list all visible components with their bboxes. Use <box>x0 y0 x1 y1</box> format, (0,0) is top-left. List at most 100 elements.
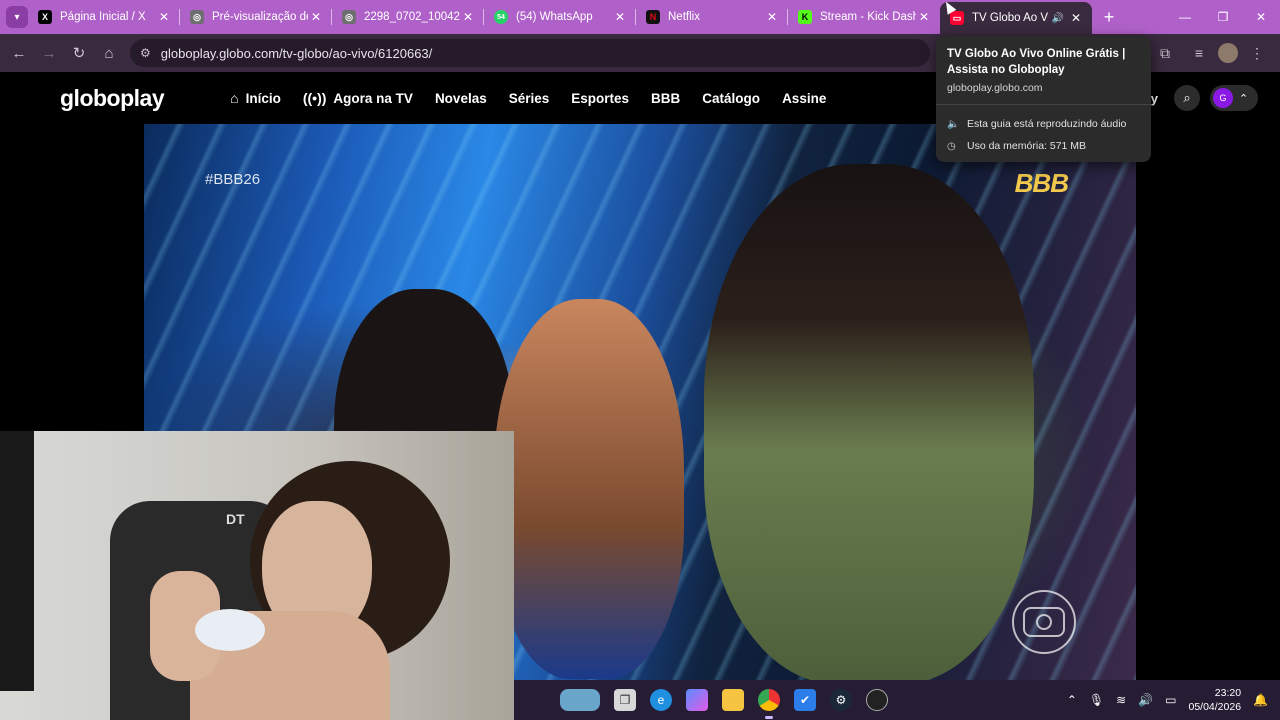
speaker-icon: 🔈 <box>947 118 960 130</box>
avatar: G <box>1213 88 1233 108</box>
taskbar-apps: ❐ e ✔ ⚙ <box>560 689 888 719</box>
chevron-up-icon: ⌃ <box>1239 92 1249 105</box>
memory-icon: ◷ <box>947 140 956 152</box>
globoplay-icon: ▭ <box>950 11 964 25</box>
system-tray: ⌃ 🎙 ≋ 🔊 ▭ 23:20 05/04/2026 🔔 <box>1067 680 1268 720</box>
steam-icon[interactable]: ⚙ <box>830 689 852 711</box>
notifications-icon[interactable]: 🔔 <box>1253 693 1268 707</box>
tab-kick[interactable]: K Stream - Kick Dashbo ✕ <box>788 0 940 34</box>
nav-inicio[interactable]: ⌂ Início <box>230 90 281 106</box>
close-icon[interactable]: ✕ <box>612 10 628 24</box>
webcam-background <box>0 431 34 691</box>
nav-bbb[interactable]: BBB <box>651 91 680 106</box>
x-logo-icon: X <box>38 10 52 24</box>
edge-icon[interactable]: e <box>650 689 672 711</box>
close-icon[interactable]: ✕ <box>916 10 932 24</box>
tab-whatsapp[interactable]: 54 (54) WhatsApp ✕ <box>484 0 636 34</box>
tab-file[interactable]: ◎ 2298_0702_100426.p ✕ <box>332 0 484 34</box>
tab-title: TV Globo Ao Viv <box>972 12 1048 24</box>
tab-globoplay[interactable]: ▭ TV Globo Ao Viv 🔊 ✕ <box>940 2 1092 34</box>
extensions-icon[interactable]: ⧉ <box>1150 38 1180 68</box>
whatsapp-icon: 54 <box>494 10 508 24</box>
file-explorer-icon[interactable] <box>722 689 744 711</box>
back-icon[interactable]: ← <box>4 38 34 68</box>
browser-tab-strip: ▾ X Página Inicial / X ✕ ◎ Pré-visualiza… <box>0 0 1280 34</box>
makeup-puff <box>195 609 265 651</box>
microphone-icon[interactable]: 🎙 <box>1089 693 1104 707</box>
home-icon: ⌂ <box>230 90 239 106</box>
media-controls-icon[interactable]: ≡ <box>1184 38 1214 68</box>
broadcast-icon: ((•)) <box>302 90 327 106</box>
globe-icon: ◎ <box>190 10 204 24</box>
header-link-partial[interactable]: y <box>1151 91 1158 106</box>
url-text: globoplay.globo.com/tv-globo/ao-vivo/612… <box>160 45 433 61</box>
globe-icon: ◎ <box>342 10 356 24</box>
close-icon[interactable]: ✕ <box>308 10 324 24</box>
nav-catalogo[interactable]: Catálogo <box>702 91 760 106</box>
hovercard-url: globoplay.globo.com <box>947 82 1043 94</box>
home-icon[interactable]: ⌂ <box>94 38 124 68</box>
speaker-icon[interactable]: 🔊 <box>1048 13 1068 24</box>
netflix-icon: N <box>646 10 660 24</box>
wifi-icon[interactable]: ≋ <box>1116 693 1126 707</box>
widgets-icon[interactable] <box>560 689 600 711</box>
tab-hover-card: TV Globo Ao Vivo Online Grátis | Assista… <box>936 36 1151 162</box>
window-controls: — ❐ ✕ <box>1166 0 1280 34</box>
toolbar-actions: ⧉ ≡ ⋮ <box>1150 38 1272 68</box>
nav-esportes[interactable]: Esportes <box>571 91 629 106</box>
profile-avatar[interactable] <box>1218 43 1238 63</box>
site-nav: ⌂ Início ((•)) Agora na TV Novelas Séries … <box>230 90 826 106</box>
battery-icon[interactable]: ▭ <box>1165 693 1176 707</box>
show-logo: BBB <box>1014 168 1069 198</box>
globoplay-logo[interactable]: globoplay <box>60 85 165 112</box>
tab-title: (54) WhatsApp <box>516 11 593 23</box>
menu-icon[interactable]: ⋮ <box>1242 38 1272 68</box>
tab-title: Página Inicial / X <box>60 11 146 23</box>
tab-search-button[interactable]: ▾ <box>6 6 28 28</box>
close-window-icon[interactable]: ✕ <box>1242 0 1280 34</box>
copilot-icon[interactable] <box>686 689 708 711</box>
nav-novelas[interactable]: Novelas <box>435 91 487 106</box>
tab-title: Pré-visualização de i <box>212 11 308 23</box>
tab-preview[interactable]: ◎ Pré-visualização de i ✕ <box>180 0 332 34</box>
nav-assine[interactable]: Assine <box>782 91 826 106</box>
hovercard-title: TV Globo Ao Vivo Online Grátis | Assista… <box>947 48 1126 76</box>
hovercard-memory-row: ◷ Uso da memória: 571 MB <box>947 140 1087 152</box>
close-icon[interactable]: ✕ <box>156 10 172 24</box>
close-icon[interactable]: ✕ <box>460 10 476 24</box>
todo-icon[interactable]: ✔ <box>794 689 816 711</box>
new-tab-button[interactable]: + <box>1096 7 1122 28</box>
video-hashtag: #BBB26 <box>205 171 261 188</box>
globo-watermark-icon <box>1012 590 1076 654</box>
nav-agora-na-tv[interactable]: ((•)) Agora na TV <box>303 90 413 106</box>
minimize-icon[interactable]: — <box>1166 0 1204 34</box>
nav-series[interactable]: Séries <box>509 91 550 106</box>
reload-icon[interactable]: ↻ <box>64 38 94 68</box>
close-icon[interactable]: ✕ <box>764 10 780 24</box>
task-view-icon[interactable]: ❐ <box>614 689 636 711</box>
close-icon[interactable]: ✕ <box>1068 11 1084 25</box>
address-bar[interactable]: ⚙ globoplay.globo.com/tv-globo/ao-vivo/6… <box>130 39 930 67</box>
chrome-icon[interactable] <box>758 689 780 719</box>
video-person <box>704 164 1034 680</box>
tab-netflix[interactable]: N Netflix ✕ <box>636 0 788 34</box>
restore-icon[interactable]: ❐ <box>1204 0 1242 34</box>
windows-taskbar: ❐ e ✔ ⚙ ⌃ 🎙 ≋ 🔊 ▭ 23:20 05/04/2026 🔔 <box>514 680 1280 720</box>
forward-icon[interactable]: → <box>34 38 64 68</box>
tab-x[interactable]: X Página Inicial / X ✕ <box>28 0 180 34</box>
kick-icon: K <box>798 10 812 24</box>
tab-title: 2298_0702_100426.p <box>364 11 460 23</box>
account-menu[interactable]: G ⌃ <box>1210 85 1258 111</box>
tab-title: Netflix <box>668 11 700 23</box>
obs-icon[interactable] <box>866 689 888 711</box>
video-person <box>494 299 684 679</box>
volume-icon[interactable]: 🔊 <box>1138 693 1153 707</box>
chevron-up-icon[interactable]: ⌃ <box>1067 693 1077 707</box>
chair-brand: DT <box>226 511 245 527</box>
search-icon[interactable]: ⌕ <box>1174 85 1200 111</box>
system-clock[interactable]: 23:20 05/04/2026 <box>1188 686 1241 714</box>
site-info-icon[interactable]: ⚙ <box>140 46 151 60</box>
tab-title: Stream - Kick Dashbo <box>820 11 916 23</box>
webcam-overlay: DT <box>0 431 514 720</box>
hovercard-audio-row: 🔈 Esta guia está reproduzindo áudio <box>947 118 1127 130</box>
